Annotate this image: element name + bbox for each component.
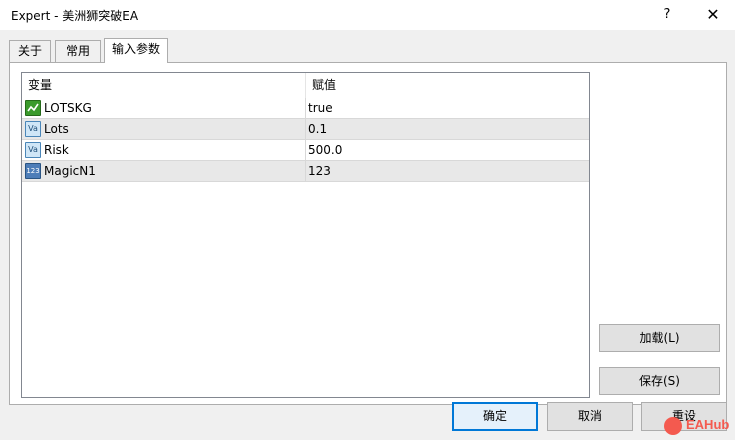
watermark-text: EAHub	[686, 417, 730, 432]
table-row[interactable]: Va Risk 500.0	[22, 140, 589, 161]
param-name: Lots	[44, 122, 69, 136]
param-value[interactable]: true	[308, 98, 333, 118]
double-icon: Va	[25, 142, 41, 158]
tab-about-label: 关于	[17, 44, 42, 58]
cancel-button[interactable]: 取消	[547, 402, 633, 431]
int-icon: 123	[25, 163, 41, 179]
close-button[interactable]: ✕	[698, 0, 728, 30]
param-value[interactable]: 500.0	[308, 140, 342, 160]
tab-common-label: 常用	[65, 44, 90, 58]
title-bar: Expert - 美洲狮突破EA ? ✕	[0, 0, 735, 30]
table-row[interactable]: 123 MagicN1 123	[22, 161, 589, 182]
table-row[interactable]: LOTSKG true	[22, 98, 589, 119]
param-value[interactable]: 123	[308, 161, 331, 181]
eahub-watermark: EAHub	[661, 416, 731, 436]
param-name: Risk	[44, 143, 69, 157]
param-name-cell: Va Lots	[22, 119, 306, 139]
column-header-variable[interactable]: 变量	[22, 73, 306, 98]
ok-button[interactable]: 确定	[452, 402, 538, 431]
param-value[interactable]: 0.1	[308, 119, 327, 139]
double-icon: Va	[25, 121, 41, 137]
parameters-grid: 变量 赋值 LOTSKG true Va Lots 0.1 Va Risk 50…	[21, 72, 590, 398]
param-name-cell: LOTSKG	[22, 98, 306, 118]
tab-about[interactable]: 关于	[9, 40, 51, 62]
param-name: MagicN1	[44, 164, 96, 178]
help-button[interactable]: ?	[652, 0, 682, 30]
grid-header: 变量 赋值	[22, 73, 589, 98]
window-title: Expert - 美洲狮突破EA	[11, 9, 139, 23]
tab-inputs-label: 输入参数	[111, 42, 160, 56]
tab-common[interactable]: 常用	[55, 40, 101, 62]
param-name: LOTSKG	[44, 101, 92, 115]
load-button[interactable]: 加载(L)	[599, 324, 720, 352]
bool-icon	[25, 100, 41, 116]
eahub-logo-icon	[664, 417, 682, 435]
save-button[interactable]: 保存(S)	[599, 367, 720, 395]
param-name-cell: Va Risk	[22, 140, 306, 160]
table-row[interactable]: Va Lots 0.1	[22, 119, 589, 140]
tab-inputs[interactable]: 输入参数	[104, 38, 168, 63]
param-name-cell: 123 MagicN1	[22, 161, 306, 181]
column-header-value[interactable]: 赋值	[306, 73, 589, 98]
